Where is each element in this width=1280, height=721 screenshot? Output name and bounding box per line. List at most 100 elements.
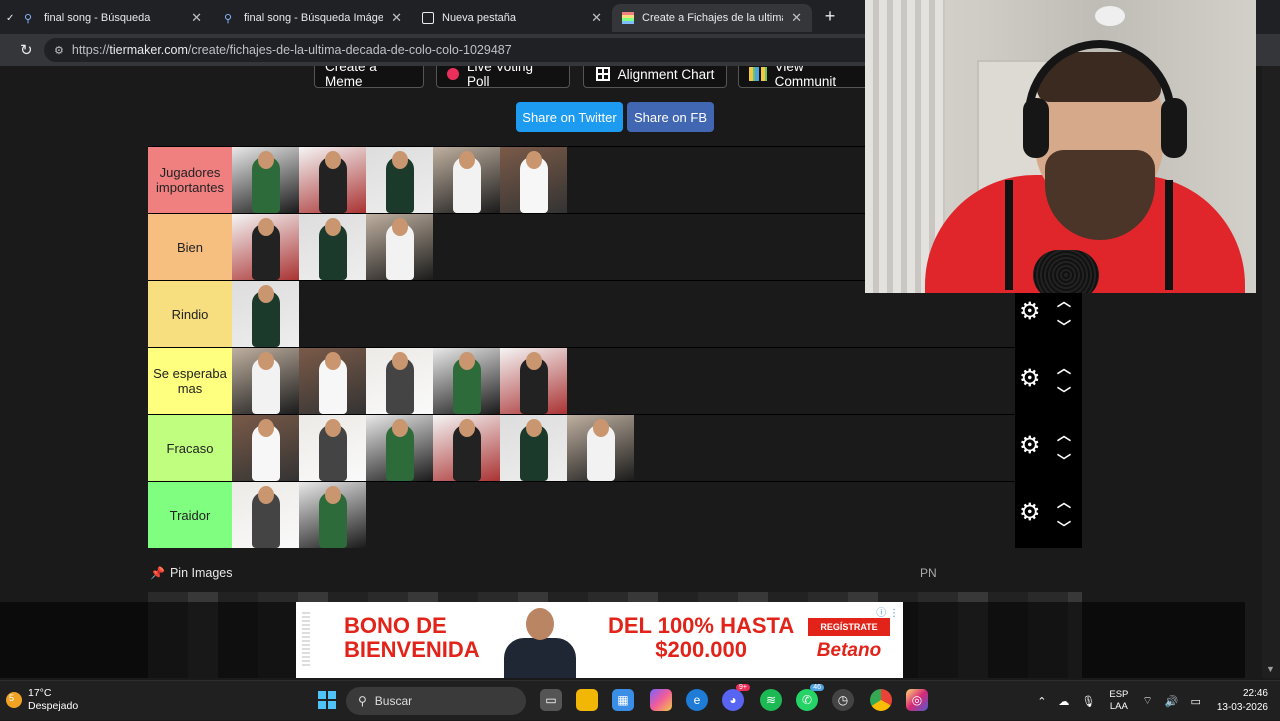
gear-icon[interactable]: ⚙: [1019, 501, 1043, 525]
taskbar-clock[interactable]: 22:46 13-03-2026: [1217, 687, 1268, 715]
gear-icon[interactable]: ⚙: [1019, 434, 1043, 458]
player-image[interactable]: [232, 147, 299, 213]
copilot-icon[interactable]: [650, 689, 672, 711]
player-image[interactable]: [500, 147, 567, 213]
player-image[interactable]: [299, 147, 366, 213]
url-text: https://tiermaker.com/create/fichajes-de…: [72, 43, 512, 57]
button-label: View Communit: [774, 66, 837, 89]
page-scrollbar[interactable]: ▼: [1262, 66, 1280, 678]
ad-info-icon[interactable]: ⓘ ⋮: [876, 604, 899, 619]
tier-label[interactable]: Rindio: [148, 281, 232, 347]
wifi-icon[interactable]: ⌔: [1142, 694, 1152, 708]
tab-final-song-images[interactable]: ⚲ final song - Búsqueda Imágenes ✕: [214, 4, 412, 32]
windows-start-icon[interactable]: [316, 689, 338, 711]
player-image[interactable]: [366, 415, 433, 481]
microsoft-store-icon[interactable]: ▦: [612, 689, 634, 711]
cloud-icon[interactable]: ☁: [1058, 695, 1069, 708]
site-info-icon[interactable]: ⚙: [54, 44, 64, 57]
chevron-up-icon[interactable]: ︿: [1057, 492, 1071, 512]
tier-label[interactable]: Traidor: [148, 482, 232, 548]
player-image[interactable]: [433, 415, 500, 481]
gear-icon[interactable]: ⚙: [1019, 300, 1043, 324]
scroll-down-arrow-icon[interactable]: ▼: [1266, 664, 1275, 674]
url-prefix: https://: [71, 43, 110, 57]
microphone-icon[interactable]: 🎙: [1081, 695, 1095, 708]
player-image[interactable]: [366, 147, 433, 213]
chevron-up-icon[interactable]: ︿: [1057, 291, 1071, 311]
chevron-down-icon[interactable]: ﹀: [1057, 451, 1071, 471]
create-meme-button[interactable]: Create a Meme: [314, 66, 424, 89]
new-tab-button[interactable]: +: [820, 6, 840, 27]
player-image[interactable]: [299, 482, 366, 548]
tier-label[interactable]: Fracaso: [148, 415, 232, 481]
chevron-up-icon[interactable]: ︿: [1057, 425, 1071, 445]
ad-register-button[interactable]: REGÍSTRATE: [808, 618, 890, 636]
close-icon[interactable]: ✕: [391, 10, 402, 26]
player-image[interactable]: [232, 482, 299, 548]
whatsapp-icon[interactable]: ✆ 46: [796, 684, 824, 711]
chevron-down-icon[interactable]: ﹀: [1057, 518, 1071, 538]
chevron-down-icon[interactable]: ﹀: [1057, 317, 1071, 337]
betano-ad-banner[interactable]: BONO DE BIENVENIDA DEL 100% HASTA $200.0…: [296, 602, 903, 678]
tier-items[interactable]: [232, 348, 1015, 414]
tier-row: Traidor ⚙ ︿ ﹀: [148, 481, 1082, 548]
tab-tiermaker[interactable]: Create a Fichajes de la ultima decada ✕: [612, 4, 812, 32]
player-image[interactable]: [433, 348, 500, 414]
tier-label[interactable]: Bien: [148, 214, 232, 280]
volume-icon[interactable]: 🔊: [1165, 695, 1179, 708]
weather-temp: 17°C: [28, 687, 52, 699]
reload-icon[interactable]: ↻: [20, 41, 33, 59]
tier-label[interactable]: Jugadores importantes: [148, 147, 232, 213]
view-community-button[interactable]: View Communit: [738, 66, 878, 89]
player-image[interactable]: [232, 415, 299, 481]
ad-person-image: [502, 608, 578, 678]
tab-new-tab[interactable]: Nueva pestaña ✕: [412, 4, 612, 32]
tier-label[interactable]: Se esperaba mas: [148, 348, 232, 414]
taskbar-search-input[interactable]: ⚲ Buscar: [346, 687, 526, 715]
language-indicator[interactable]: ESP LAA: [1109, 689, 1128, 713]
close-icon[interactable]: ✕: [591, 10, 602, 26]
player-image[interactable]: [299, 348, 366, 414]
player-image[interactable]: [567, 415, 634, 481]
task-view-icon[interactable]: ▭: [540, 689, 562, 711]
player-image[interactable]: [232, 281, 299, 347]
player-image[interactable]: [232, 348, 299, 414]
chevron-up-icon[interactable]: ⌃: [1037, 695, 1046, 708]
chrome-icon[interactable]: [870, 689, 892, 711]
mosaic-icon: [749, 67, 767, 81]
spotify-icon[interactable]: ≋: [760, 689, 782, 711]
share-facebook-button[interactable]: Share on FB: [627, 102, 714, 132]
tier-items[interactable]: [232, 482, 1015, 548]
ad-promo: DEL 100% HASTA $200.000: [608, 614, 794, 662]
live-voting-poll-button[interactable]: Live Voting Poll: [436, 66, 570, 89]
player-image[interactable]: [366, 348, 433, 414]
tier-items[interactable]: [232, 415, 1015, 481]
tier-controls: ⚙ ︿ ﹀: [1015, 348, 1082, 414]
pin-images-toggle[interactable]: 📌 Pin Images: [150, 566, 232, 580]
player-image[interactable]: [299, 214, 366, 280]
tab-final-song-search[interactable]: ⚲ final song - Búsqueda ✕: [14, 4, 212, 32]
tab-title: Create a Fichajes de la ultima decada: [642, 12, 783, 24]
tier-row: Fracaso ⚙ ︿ ﹀: [148, 414, 1082, 481]
close-icon[interactable]: ✕: [791, 10, 802, 26]
share-twitter-button[interactable]: Share on Twitter: [516, 102, 623, 132]
gear-icon[interactable]: ⚙: [1019, 367, 1043, 391]
discord-icon[interactable]: ◕ 9+: [722, 684, 750, 711]
close-icon[interactable]: ✕: [191, 10, 202, 26]
clock-app-icon[interactable]: ◷: [832, 689, 854, 711]
player-image[interactable]: [366, 214, 433, 280]
battery-icon[interactable]: ▭: [1190, 695, 1200, 708]
weather-widget[interactable]: 5 17°C Despejado: [6, 687, 78, 713]
instagram-icon[interactable]: ◎: [906, 689, 928, 711]
edge-icon[interactable]: e: [686, 689, 708, 711]
chevron-up-icon[interactable]: ︿: [1057, 358, 1071, 378]
player-image[interactable]: [500, 415, 567, 481]
file-explorer-icon[interactable]: [576, 689, 598, 711]
player-image[interactable]: [299, 415, 366, 481]
player-image[interactable]: [232, 214, 299, 280]
player-image[interactable]: [500, 348, 567, 414]
alignment-chart-button[interactable]: Alignment Chart: [583, 66, 727, 88]
url-input[interactable]: ⚙ https://tiermaker.com/create/fichajes-…: [44, 38, 904, 62]
chevron-down-icon[interactable]: ﹀: [1057, 384, 1071, 404]
player-image[interactable]: [433, 147, 500, 213]
